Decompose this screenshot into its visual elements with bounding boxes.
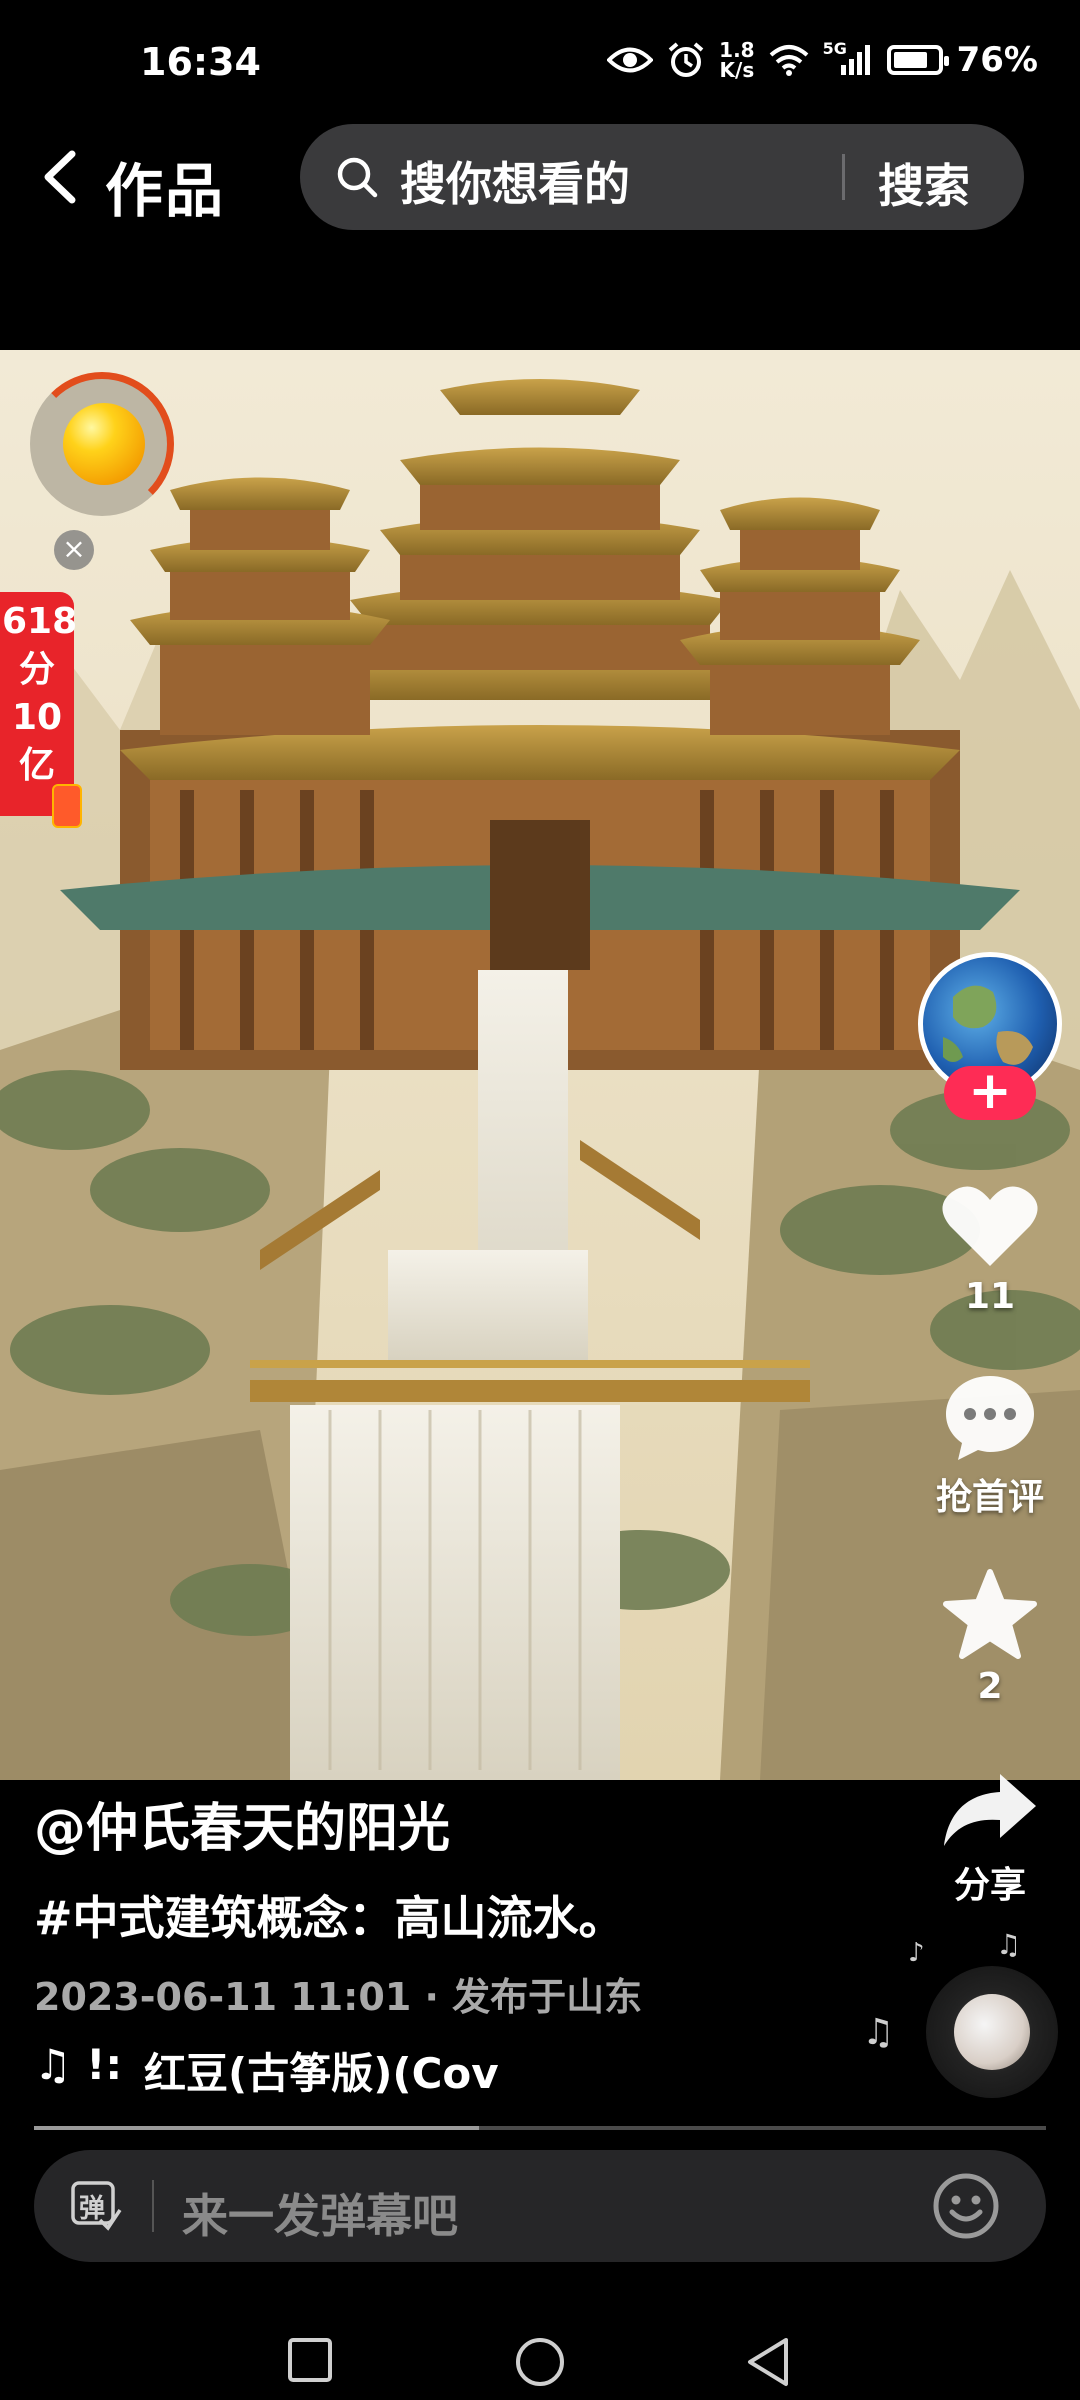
music-note-icon: ♫ bbox=[862, 2012, 895, 2053]
gold-coin-icon bbox=[63, 403, 145, 485]
comment-icon bbox=[946, 1376, 1034, 1460]
video-player[interactable] bbox=[0, 350, 1080, 1780]
wifi-icon bbox=[769, 45, 808, 76]
like-count: 11 bbox=[964, 1276, 1016, 1317]
comment-label: 抢首评 bbox=[935, 1477, 1044, 1518]
danmaku-divider bbox=[152, 2180, 154, 2232]
danmaku-toggle-button[interactable]: 弹 bbox=[70, 2180, 122, 2232]
emoji-icon[interactable] bbox=[930, 2170, 1002, 2242]
star-icon bbox=[943, 1569, 1037, 1659]
chevron-left-icon bbox=[44, 150, 76, 204]
search-button[interactable]: 搜索 bbox=[878, 150, 970, 216]
battery-icon bbox=[886, 45, 949, 75]
author-name[interactable]: @仲氏春天的阳光 bbox=[34, 1786, 450, 1861]
favorite-count: 2 bbox=[977, 1666, 1003, 1707]
promo-text-line: 10 bbox=[11, 697, 63, 738]
status-time: 16:34 bbox=[140, 40, 261, 84]
search-divider bbox=[842, 154, 845, 200]
danmaku-input[interactable]: 来一发弹幕吧 bbox=[182, 2180, 458, 2246]
comment-button[interactable]: 抢首评 bbox=[920, 1372, 1060, 1520]
red-packet-icon bbox=[52, 784, 82, 828]
cell-signal-icon: 5G bbox=[823, 39, 873, 77]
danmaku-toggle-label: 弹 bbox=[79, 2194, 106, 2224]
reward-close-button[interactable]: × bbox=[54, 530, 94, 570]
music-note-icon: ♪ bbox=[908, 1938, 925, 1968]
share-button[interactable]: 分享 bbox=[920, 1770, 1060, 1908]
back-button[interactable] bbox=[32, 142, 102, 212]
share-arrow-icon bbox=[944, 1774, 1036, 1846]
promo-text-line: 分 bbox=[18, 649, 55, 690]
music-cover-icon bbox=[954, 1994, 1030, 2070]
promo-text-line: 亿 bbox=[18, 745, 55, 786]
danmaku-input-bar[interactable]: 弹 来一发弹幕吧 bbox=[34, 2150, 1046, 2262]
promo-badge[interactable]: 618 分 10 亿 bbox=[0, 592, 78, 816]
heart-icon bbox=[942, 1186, 1038, 1266]
music-disc[interactable] bbox=[926, 1966, 1058, 2098]
status-bar: 16:34 1.8 K/s 5G 76% bbox=[0, 0, 1080, 120]
search-input[interactable]: 搜你想看的 bbox=[400, 148, 630, 214]
playback-progress-bar[interactable] bbox=[34, 2126, 1046, 2130]
video-description[interactable]: #中式建筑概念：高山流水。 bbox=[34, 1882, 625, 1948]
search-icon bbox=[337, 157, 378, 198]
net-speed-unit: K/s bbox=[719, 58, 755, 82]
music-note-icon: ♫ bbox=[996, 1928, 1022, 1961]
page-title: 作品 bbox=[105, 157, 226, 225]
battery-percent: 76% bbox=[956, 40, 1038, 80]
music-title: 红豆(古筝版)(Cov bbox=[144, 2049, 499, 2098]
net-speed-value: 1.8 bbox=[719, 38, 755, 62]
top-nav: 作品 搜你想看的 搜索 bbox=[0, 122, 1080, 232]
playback-progress-fill bbox=[34, 2126, 480, 2130]
music-info[interactable]: ♫ !: 红豆(古筝版)(Cov bbox=[34, 2040, 499, 2098]
share-label: 分享 bbox=[953, 1865, 1026, 1906]
recents-square-icon[interactable] bbox=[286, 2336, 334, 2384]
promo-text-line: 618 bbox=[2, 601, 78, 642]
music-prefix: ♫ !: bbox=[34, 2040, 123, 2089]
system-nav-bar bbox=[0, 2300, 1080, 2400]
search-bar[interactable]: 搜你想看的 搜索 bbox=[300, 124, 1024, 230]
follow-button[interactable]: + bbox=[944, 1065, 1036, 1120]
like-button[interactable]: 11 bbox=[920, 1180, 1060, 1317]
favorite-button[interactable]: 2 bbox=[920, 1568, 1060, 1707]
palace-artwork bbox=[0, 350, 1080, 1780]
network-speed: 1.8 K/s bbox=[719, 40, 754, 80]
home-circle-icon[interactable] bbox=[514, 2336, 566, 2388]
status-icons: 1.8 K/s 5G 76% bbox=[607, 39, 1038, 80]
back-triangle-icon[interactable] bbox=[744, 2336, 792, 2388]
eye-icon bbox=[607, 47, 654, 73]
alarm-icon bbox=[668, 42, 704, 77]
publish-meta: 2023-06-11 11:01 · 发布于山东 bbox=[34, 1975, 643, 2019]
reward-timer[interactable] bbox=[30, 372, 174, 516]
